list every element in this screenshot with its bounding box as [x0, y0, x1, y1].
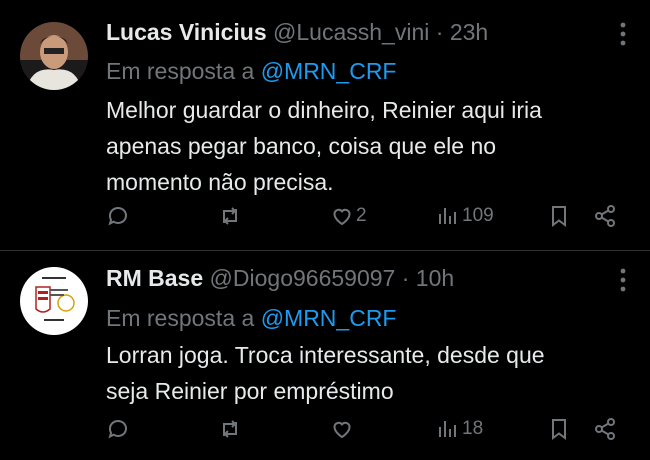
reply-icon — [108, 207, 127, 226]
view-count: 109 — [462, 205, 494, 226]
like-button[interactable] — [330, 417, 356, 441]
tweet-text-line: momento não precisa. — [106, 169, 334, 195]
tweet-text: Lorran joga. Troca interessante, desde q… — [106, 337, 626, 409]
avatar[interactable] — [20, 267, 88, 335]
like-count: 2 — [356, 205, 367, 226]
bookmark-button[interactable] — [547, 204, 571, 228]
retweet-button[interactable] — [218, 204, 242, 228]
share-icon — [595, 205, 615, 227]
bookmark-icon — [552, 206, 566, 227]
tweet-text-line: Lorran joga. Troca interessante, desde q… — [106, 342, 545, 368]
tweet-text-line: Melhor guardar o dinheiro, Reinier aqui … — [106, 97, 542, 123]
bookmark-button[interactable] — [547, 417, 571, 441]
reply-mention[interactable]: @MRN_CRF — [261, 58, 397, 84]
reply-button[interactable] — [106, 417, 130, 441]
more-icon[interactable] — [620, 22, 626, 51]
author-name[interactable]: Lucas Vinicius — [106, 19, 267, 45]
author-handle[interactable]: @Diogo96659097 — [210, 265, 396, 291]
tweet-text-line: apenas pegar banco, coisa que ele no — [106, 133, 497, 159]
reply-context: Em resposta a @MRN_CRF — [106, 305, 396, 332]
timestamp[interactable]: 10h — [416, 265, 454, 291]
separator-dot: · — [401, 265, 410, 291]
author-name[interactable]: RM Base — [106, 265, 203, 291]
share-icon — [595, 418, 615, 440]
retweet-icon — [223, 420, 237, 438]
share-button[interactable] — [593, 204, 617, 228]
like-icon — [333, 208, 351, 226]
retweet-icon — [223, 207, 237, 225]
separator-dot: · — [435, 19, 444, 45]
more-icon[interactable] — [620, 268, 626, 297]
reply-context: Em resposta a @MRN_CRF — [106, 58, 396, 85]
tweet-text: Melhor guardar o dinheiro, Reinier aqui … — [106, 92, 626, 200]
action-bar: 2 109 — [0, 204, 650, 234]
reply-prefix: Em resposta a — [106, 305, 255, 331]
tweet-header: Lucas Vinicius @Lucassh_vini · 23h — [106, 19, 488, 49]
reply-button[interactable] — [106, 204, 130, 228]
retweet-button[interactable] — [218, 417, 242, 441]
reply-mention[interactable]: @MRN_CRF — [261, 305, 397, 331]
author-handle[interactable]: @Lucassh_vini — [273, 19, 429, 45]
views-button[interactable]: 109 — [436, 204, 494, 228]
tweet-text-line: seja Reinier por empréstimo — [106, 378, 394, 404]
like-icon — [333, 421, 351, 439]
tweet-header: RM Base @Diogo96659097 · 10h — [106, 265, 454, 295]
views-icon — [439, 208, 456, 224]
action-bar: 18 — [0, 417, 650, 447]
view-count: 18 — [462, 418, 484, 439]
tweet[interactable]: RM Base @Diogo96659097 · 10h Em resposta… — [0, 251, 650, 460]
avatar[interactable] — [20, 22, 88, 90]
reply-prefix: Em resposta a — [106, 58, 255, 84]
views-button[interactable]: 18 — [436, 417, 483, 441]
timestamp[interactable]: 23h — [450, 19, 488, 45]
reply-icon — [108, 420, 127, 439]
share-button[interactable] — [593, 417, 617, 441]
like-button[interactable]: 2 — [330, 204, 367, 228]
bookmark-icon — [552, 419, 566, 440]
tweet[interactable]: Lucas Vinicius @Lucassh_vini · 23h Em re… — [0, 0, 650, 251]
views-icon — [439, 421, 456, 437]
